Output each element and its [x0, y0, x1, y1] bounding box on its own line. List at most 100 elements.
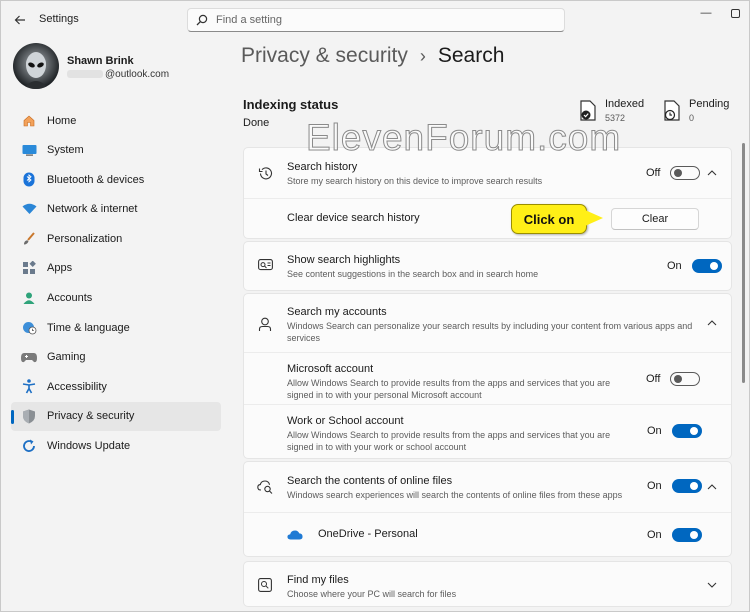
chevron-up-icon[interactable] [705, 480, 719, 494]
onedrive-toggle[interactable] [671, 528, 702, 542]
scrollbar[interactable] [742, 143, 745, 383]
sidebar-item-windows-update[interactable]: Windows Update [11, 432, 221, 461]
cloud-search-icon [257, 479, 273, 495]
sidebar-item-privacy-security[interactable]: Privacy & security [11, 401, 221, 431]
sidebar-item-label: Home [47, 114, 77, 127]
find-my-files-desc: Choose where your PC will search for fil… [287, 589, 457, 599]
sidebar-item-system[interactable]: System [11, 136, 221, 165]
minimize-icon: — [700, 7, 712, 19]
sidebar-item-label: Bluetooth & devices [47, 173, 145, 186]
onedrive-toggle-group: On [647, 528, 702, 542]
user-name: Shawn Brink [67, 55, 134, 67]
person-icon [257, 316, 273, 332]
sidebar-item-label: Network & internet [47, 203, 138, 216]
user-email: @outlook.com [67, 69, 169, 80]
sidebar-item-personalization[interactable]: Personalization [11, 224, 221, 253]
sidebar-item-apps[interactable]: Apps [11, 254, 221, 283]
onedrive-toggle-label: On [647, 529, 662, 541]
online-files-row[interactable]: Search the contents of online files Wind… [244, 462, 731, 512]
page-title: Search [437, 44, 505, 67]
sidebar-item-label: Time & language [47, 321, 130, 334]
work-account-toggle-group: On [647, 424, 702, 438]
bluetooth-icon [21, 172, 37, 188]
chevron-up-icon[interactable] [705, 166, 719, 180]
search-highlights-row[interactable]: Show search highlights See content sugge… [244, 242, 731, 290]
online-files-toggle-group: On [647, 479, 702, 493]
sidebar-item-bluetooth[interactable]: Bluetooth & devices [11, 165, 221, 194]
onedrive-label: OneDrive - Personal [318, 528, 418, 540]
sidebar-item-time-language[interactable]: Time & language [11, 313, 221, 342]
shield-icon [21, 408, 37, 424]
online-files-toggle-label: On [647, 480, 662, 492]
online-files-desc: Windows search experiences will search t… [287, 490, 623, 500]
breadcrumb-separator: › [419, 45, 426, 66]
clear-history-label: Clear device search history [287, 212, 420, 224]
online-files-toggle[interactable] [671, 479, 702, 493]
accounts-icon [21, 290, 37, 306]
minimize-button[interactable]: — [691, 3, 721, 23]
pending-stat: Pending 0 [663, 98, 729, 123]
microsoft-account-row[interactable]: Microsoft account Allow Windows Search t… [244, 352, 731, 404]
chevron-down-icon[interactable] [705, 578, 719, 592]
title-bar: Settings — [1, 1, 750, 39]
pending-value: 0 [689, 113, 695, 123]
search-accounts-row[interactable]: Search my accounts Windows Search can pe… [244, 294, 731, 352]
sidebar-item-label: System [47, 144, 84, 157]
search-highlights-toggle[interactable] [691, 259, 722, 273]
work-account-row[interactable]: Work or School account Allow Windows Sea… [244, 404, 731, 458]
back-button[interactable] [9, 9, 31, 31]
search-accounts-title: Search my accounts [287, 306, 387, 318]
work-account-toggle[interactable] [671, 424, 702, 438]
find-my-files-card: Find my files Choose where your PC will … [243, 561, 732, 607]
search-history-toggle[interactable] [670, 166, 701, 180]
apps-icon [21, 260, 37, 276]
sidebar-item-accounts[interactable]: Accounts [11, 284, 221, 313]
clear-button[interactable]: Clear [611, 208, 699, 230]
breadcrumb: Privacy & security › Search [241, 44, 504, 68]
microsoft-account-toggle[interactable] [670, 372, 701, 386]
search-highlights-desc: See content suggestions in the search bo… [287, 269, 539, 279]
breadcrumb-parent[interactable]: Privacy & security [241, 44, 408, 68]
microsoft-account-toggle-group: Off [646, 372, 701, 386]
onedrive-row[interactable]: OneDrive - Personal On [244, 512, 731, 556]
work-account-toggle-label: On [647, 425, 662, 437]
online-files-title: Search the contents of online files [287, 475, 453, 487]
accessibility-icon [21, 379, 37, 395]
sidebar-item-gaming[interactable]: Gaming [11, 343, 221, 372]
settings-window: Settings — Shawn Brink @outlook.com Home [0, 0, 750, 612]
sidebar-item-network[interactable]: Network & internet [11, 195, 221, 224]
search-history-title: Search history [287, 161, 358, 173]
onedrive-icon [287, 527, 303, 543]
search-highlights-icon [257, 258, 273, 274]
callout-arrow [585, 210, 603, 226]
indexed-file-icon [580, 100, 596, 121]
search-icon [196, 13, 210, 27]
click-callout: Click on [511, 204, 587, 234]
sidebar-item-home[interactable]: Home [11, 106, 221, 135]
sidebar-nav: Home System Bluetooth & devices Network … [11, 106, 221, 461]
globe-clock-icon [21, 320, 37, 336]
search-history-toggle-group: Off [646, 166, 701, 180]
search-history-desc: Store my search history on this device t… [287, 176, 543, 186]
indexing-status-title: Indexing status [243, 97, 339, 112]
search-box[interactable] [187, 8, 565, 32]
home-icon [21, 113, 37, 129]
file-search-icon [257, 577, 273, 593]
search-history-row[interactable]: Search history Store my search history o… [244, 148, 731, 198]
find-my-files-row[interactable]: Find my files Choose where your PC will … [244, 562, 731, 608]
sidebar-item-label: Accessibility [47, 380, 107, 393]
avatar[interactable] [13, 43, 59, 89]
microsoft-account-toggle-label: Off [646, 373, 661, 385]
indexed-value: 5372 [605, 113, 626, 123]
user-email-domain: @outlook.com [105, 69, 170, 80]
sidebar-item-label: Gaming [47, 351, 86, 364]
sidebar-item-accessibility[interactable]: Accessibility [11, 372, 221, 401]
maximize-button[interactable] [720, 3, 750, 23]
search-input[interactable] [216, 14, 546, 26]
clear-history-row: Clear device search history Clear [244, 198, 731, 238]
chevron-up-icon[interactable] [705, 316, 719, 330]
indexed-stat: Indexed 5372 [579, 98, 644, 123]
wifi-icon [21, 201, 37, 217]
sidebar-item-label: Privacy & security [47, 410, 135, 423]
pending-label: Pending [689, 98, 730, 110]
